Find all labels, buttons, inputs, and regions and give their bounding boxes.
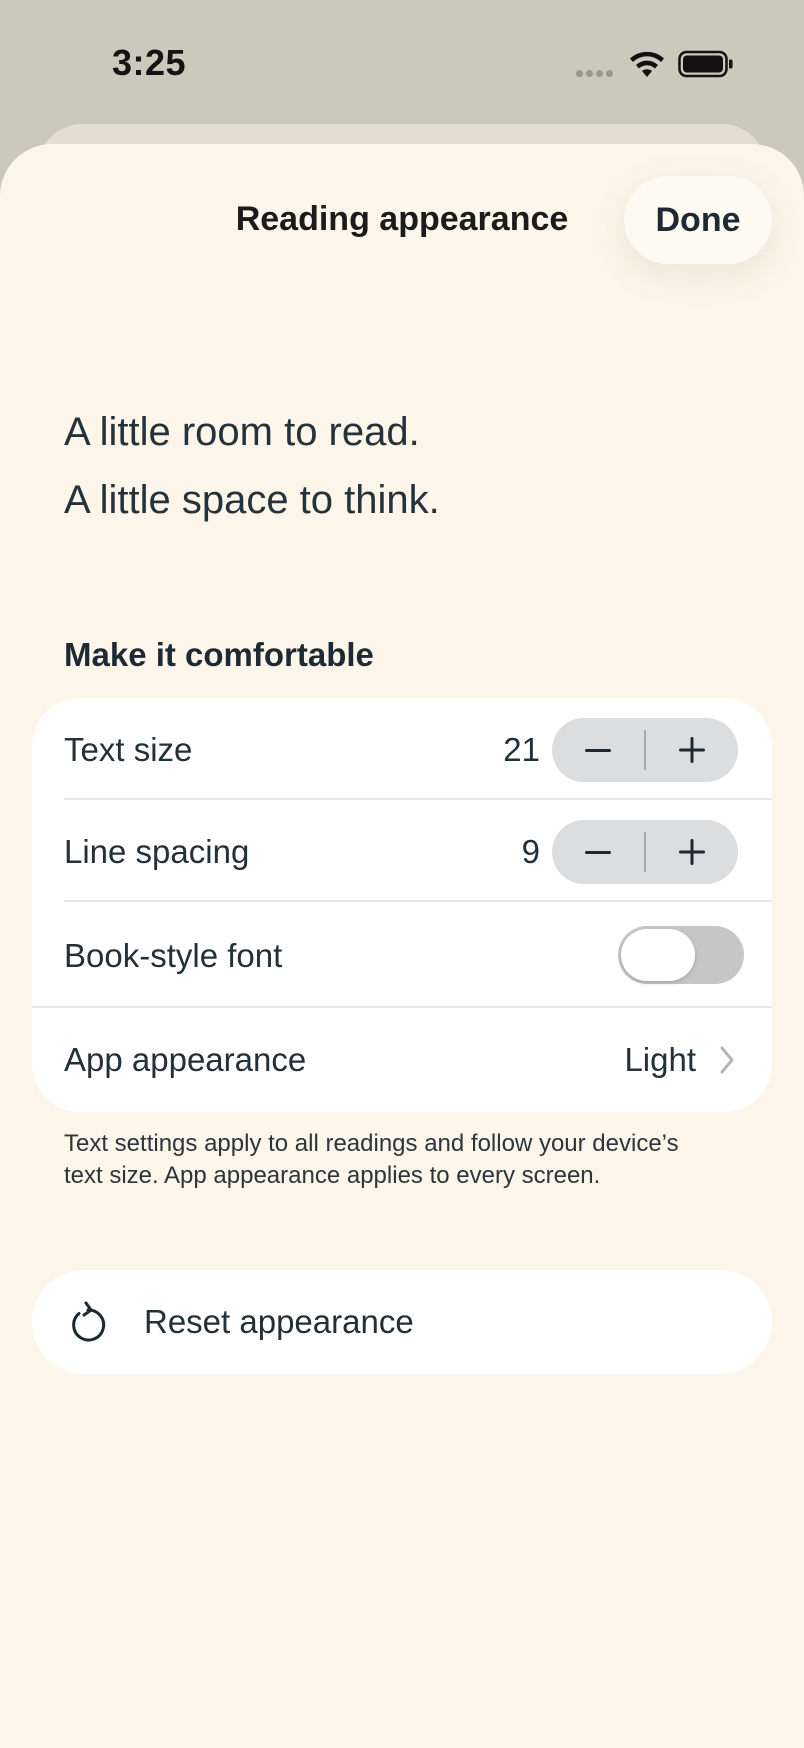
reset-appearance-button[interactable]: Reset appearance — [32, 1270, 772, 1374]
text-size-value: 21 — [503, 731, 540, 768]
status-time: 3:25 — [112, 42, 187, 83]
minus-icon — [585, 749, 611, 752]
row-divider — [64, 900, 772, 902]
text-size-label: Text size — [64, 731, 193, 768]
text-size-row: Text size 21 — [32, 698, 772, 802]
text-size-decrease-button[interactable] — [552, 718, 644, 782]
app-appearance-label: App appearance — [64, 1041, 307, 1078]
line-spacing-row: Line spacing 9 — [32, 800, 772, 904]
preview-text-line-2: A little space to think. — [64, 478, 440, 522]
book-font-label: Book-style font — [64, 937, 283, 974]
line-spacing-value: 9 — [521, 833, 540, 870]
app-appearance-row[interactable]: App appearance Light — [32, 1008, 772, 1112]
battery-icon — [678, 50, 733, 78]
cellular-signal-icon — [576, 70, 616, 78]
line-spacing-decrease-button[interactable] — [552, 820, 644, 884]
plus-icon — [679, 737, 705, 763]
preview-text-line-1: A little room to read. — [64, 410, 420, 454]
reset-appearance-label: Reset appearance — [144, 1303, 414, 1340]
line-spacing-label: Line spacing — [64, 833, 250, 870]
app-appearance-value: Light — [624, 1041, 696, 1078]
plus-icon — [679, 839, 705, 865]
book-font-toggle[interactable] — [618, 926, 744, 984]
minus-icon — [585, 851, 611, 854]
chevron-right-icon — [720, 1046, 734, 1074]
text-size-increase-button[interactable] — [646, 718, 738, 782]
status-bar: 3:25 — [0, 0, 804, 124]
settings-footnote: Text settings apply to all readings and … — [64, 1130, 679, 1189]
book-font-row: Book-style font — [32, 904, 772, 1008]
wifi-icon — [630, 51, 664, 77]
toggle-knob — [621, 929, 695, 981]
line-spacing-increase-button[interactable] — [646, 820, 738, 884]
section-title: Make it comfortable — [64, 636, 374, 673]
line-spacing-stepper — [552, 820, 738, 884]
settings-card: Text size 21 Line spacing 9 Book-style f… — [32, 698, 772, 1112]
text-size-stepper — [552, 718, 738, 782]
done-button[interactable]: Done — [624, 176, 772, 264]
reset-icon — [72, 1301, 106, 1342]
